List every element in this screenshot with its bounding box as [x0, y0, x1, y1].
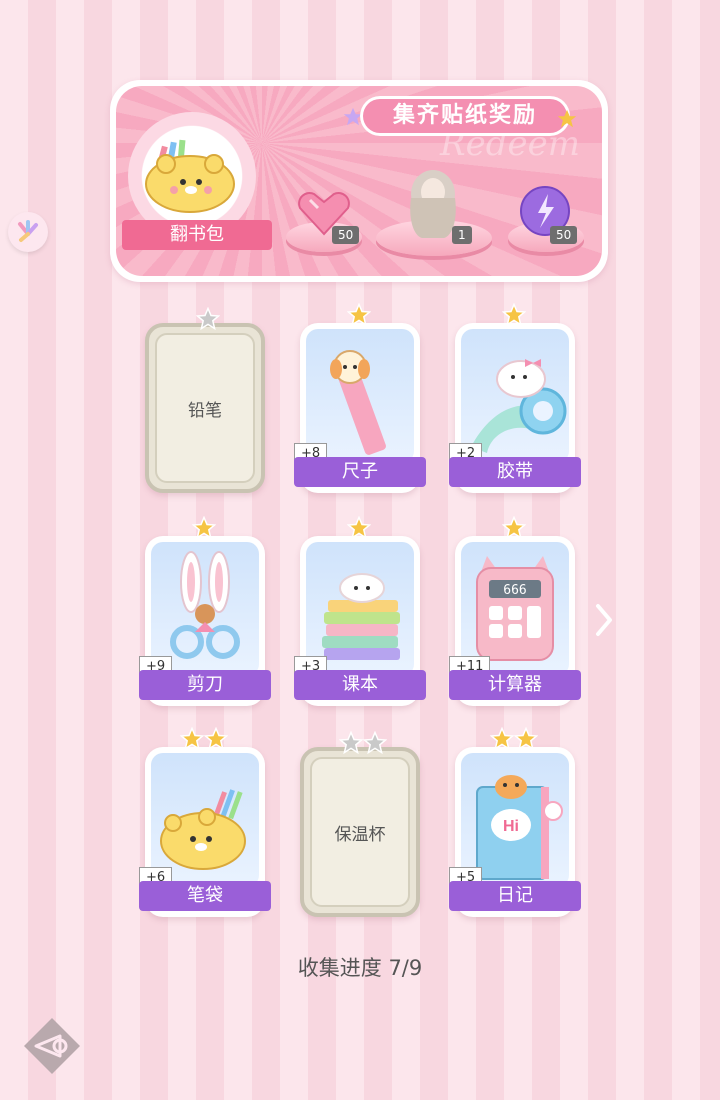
sticker-card[interactable]: +8 尺子 [294, 302, 426, 493]
star-icon [501, 302, 527, 327]
flip-book-bag-label[interactable]: 翻书包 [122, 220, 272, 250]
reward-count: 50 [550, 226, 578, 244]
progress-value: 7/9 [388, 956, 423, 980]
reward-count: 1 [452, 226, 472, 244]
card-label: 铅笔 [188, 400, 222, 421]
banner-title: 集齐贴纸奖励 [360, 96, 570, 136]
card-label: 尺子 [294, 457, 426, 487]
card-label: 胶带 [449, 457, 581, 487]
card-label: 笔袋 [139, 881, 271, 911]
star-icon [513, 726, 539, 751]
back-button[interactable] [22, 1016, 82, 1076]
sticker-card[interactable]: 666 +11 计算器 [449, 515, 581, 706]
reward-count: 50 [332, 226, 360, 244]
star-icon [338, 730, 364, 755]
star-icon [203, 726, 229, 751]
sticker-card[interactable]: +3 课本 [294, 515, 426, 706]
star-icon [489, 726, 515, 751]
diary-bubble-text: Hi [503, 818, 519, 835]
star-icon [179, 726, 205, 751]
sticker-card-locked[interactable]: 铅笔 [145, 306, 265, 493]
reward-banner: Redeem 集齐贴纸奖励 翻书包 50 1 50 [110, 80, 608, 282]
side-menu-icon[interactable] [8, 212, 48, 252]
sticker-card[interactable]: Hi +5 日记 [449, 726, 581, 917]
progress-label: 收集进度 [297, 956, 382, 980]
chevron-right-icon[interactable] [590, 600, 618, 640]
star-icon [346, 302, 372, 327]
collection-progress: 收集进度 7/9 [0, 952, 720, 982]
card-label: 剪刀 [139, 670, 271, 700]
star-icon [191, 515, 217, 540]
star-icon [195, 306, 221, 331]
card-label: 保温杯 [334, 824, 386, 845]
star-icon [346, 515, 372, 540]
sticker-card[interactable]: +9 剪刀 [139, 515, 271, 706]
sticker-card[interactable]: +2 胶带 [449, 302, 581, 493]
sticker-card[interactable]: +6 笔袋 [139, 726, 271, 917]
card-label: 日记 [449, 881, 581, 911]
banner-star-right-icon [557, 109, 577, 128]
star-icon [362, 730, 388, 755]
card-label: 课本 [294, 670, 426, 700]
sticker-card-locked[interactable]: 保温杯 [300, 730, 420, 917]
card-label: 计算器 [449, 670, 581, 700]
calculator-display: 666 [503, 583, 526, 598]
star-icon [501, 515, 527, 540]
